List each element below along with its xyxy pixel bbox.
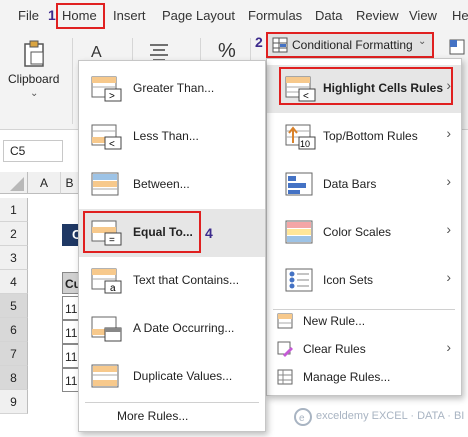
tab-review[interactable]: Review	[356, 8, 399, 23]
chevron-right-icon: ›	[446, 269, 451, 285]
submenu-item-label: A Date Occurring...	[133, 321, 235, 335]
between-icon	[91, 172, 119, 196]
submenu-item-greater-than[interactable]: > Greater Than...	[79, 65, 265, 113]
row-header[interactable]: 9	[0, 390, 28, 414]
highlight-cells-rules-submenu: > Greater Than... < Less Than... Between…	[78, 60, 266, 432]
submenu-item-label: Less Than...	[133, 129, 199, 143]
ribbon-separator	[72, 38, 73, 124]
tab-view[interactable]: View	[409, 8, 437, 23]
tab-data[interactable]: Data	[315, 8, 342, 23]
chevron-right-icon: ›	[446, 221, 451, 237]
icon-sets-icon	[285, 268, 313, 292]
alignment-button[interactable]	[148, 42, 170, 62]
submenu-item-label: Between...	[133, 177, 190, 191]
data-bars-icon	[285, 172, 313, 196]
home-tab-highlight	[56, 3, 105, 29]
name-box[interactable]: C5	[3, 140, 63, 162]
tab-insert[interactable]: Insert	[113, 8, 146, 23]
more-rules-item[interactable]: More Rules...	[117, 409, 188, 423]
select-all-corner[interactable]	[0, 172, 28, 194]
menu-item-label: Color Scales	[323, 225, 392, 239]
clipboard-group-label: Clipboard	[8, 72, 60, 86]
row-header[interactable]: 5	[0, 294, 28, 318]
tab-help[interactable]: Hel	[452, 8, 468, 23]
insert-cells-icon	[449, 39, 465, 55]
watermark-text: exceldemy EXCEL · DATA · BI	[316, 410, 465, 422]
menu-item-clear-rules[interactable]: Clear Rules ›	[267, 337, 461, 361]
row-header[interactable]: 1	[0, 198, 28, 222]
paste-button[interactable]	[22, 40, 48, 68]
chevron-right-icon: ›	[446, 339, 451, 355]
menu-item-label: Clear Rules	[303, 342, 366, 356]
cells-button[interactable]	[446, 36, 468, 58]
submenu-item-label: Greater Than...	[133, 81, 215, 95]
submenu-item-duplicate-values[interactable]: Duplicate Values...	[79, 353, 265, 401]
menu-item-icon-sets[interactable]: Icon Sets ›	[267, 257, 461, 305]
menu-divider	[85, 402, 259, 403]
row-header[interactable]: 7	[0, 342, 28, 366]
submenu-item-text-contains[interactable]: a Text that Contains...	[79, 257, 265, 305]
watermark: e exceldemy EXCEL · DATA · BI	[294, 404, 464, 432]
tab-page-layout[interactable]: Page Layout	[162, 8, 235, 23]
submenu-item-date-occurring[interactable]: A Date Occurring...	[79, 305, 265, 353]
svg-text:>: >	[109, 91, 115, 102]
chevron-down-icon[interactable]: ⌄	[30, 88, 38, 99]
row-header[interactable]: 4	[0, 270, 28, 294]
date-occurring-icon	[91, 316, 122, 342]
conditional-formatting-menu: 3 < Highlight Cells Rules › 10 Top/Botto…	[266, 58, 462, 396]
submenu-item-label: Text that Contains...	[133, 273, 240, 287]
svg-text:a: a	[110, 283, 116, 294]
step-marker-2: 2	[255, 34, 263, 50]
submenu-item-label: Duplicate Values...	[133, 369, 233, 383]
text-contains-icon: a	[91, 268, 122, 294]
menu-item-data-bars[interactable]: Data Bars ›	[267, 161, 461, 209]
menu-item-label: Manage Rules...	[303, 370, 391, 384]
row-header[interactable]: 2	[0, 222, 28, 246]
menu-item-label: New Rule...	[303, 314, 366, 328]
svg-text:<: <	[109, 139, 115, 150]
tab-formulas[interactable]: Formulas	[248, 8, 302, 23]
svg-text:A: A	[91, 44, 102, 61]
ribbon-tabs: File 1 Home Insert Page Layout Formulas …	[0, 0, 468, 32]
step-marker-4: 4	[205, 225, 213, 241]
row-header[interactable]: 3	[0, 246, 28, 270]
tab-file[interactable]: File	[18, 8, 39, 23]
chevron-right-icon: ›	[446, 173, 451, 189]
align-center-icon	[150, 44, 168, 61]
menu-item-top-bottom-rules[interactable]: 10 Top/Bottom Rules ›	[267, 113, 461, 161]
svg-text:e: e	[299, 413, 305, 424]
menu-item-label: Top/Bottom Rules	[323, 129, 418, 143]
duplicate-values-icon	[91, 364, 119, 388]
menu-item-manage-rules[interactable]: Manage Rules...	[267, 365, 461, 389]
chevron-right-icon: ›	[446, 125, 451, 141]
menu-item-new-rule[interactable]: New Rule...	[267, 309, 461, 333]
less-than-icon: <	[91, 124, 122, 150]
cf-button-highlight	[266, 32, 434, 58]
select-all-icon	[10, 177, 24, 191]
row-header[interactable]: 8	[0, 366, 28, 390]
new-rule-icon	[277, 313, 293, 329]
color-scales-icon	[285, 220, 313, 244]
top-bottom-icon: 10	[285, 124, 316, 150]
clear-rules-icon	[277, 341, 293, 357]
submenu-item-less-than[interactable]: < Less Than...	[79, 113, 265, 161]
manage-rules-icon	[277, 369, 293, 385]
menu-item-label: Icon Sets	[323, 273, 374, 287]
submenu-item-between[interactable]: Between...	[79, 161, 265, 209]
exceldemy-logo-icon: e	[294, 408, 312, 426]
svg-text:10: 10	[300, 139, 310, 149]
menu-item-label: Data Bars	[323, 177, 377, 191]
step-marker-1: 1	[48, 7, 56, 23]
menu-item-color-scales[interactable]: Color Scales ›	[267, 209, 461, 257]
greater-than-icon: >	[91, 76, 122, 102]
equal-to-highlight	[83, 211, 201, 253]
row-header[interactable]: 6	[0, 318, 28, 342]
highlight-cells-highlight	[279, 67, 453, 105]
column-header-b[interactable]: B	[61, 172, 79, 194]
paste-icon	[24, 40, 44, 67]
column-header-a[interactable]: A	[28, 172, 61, 194]
